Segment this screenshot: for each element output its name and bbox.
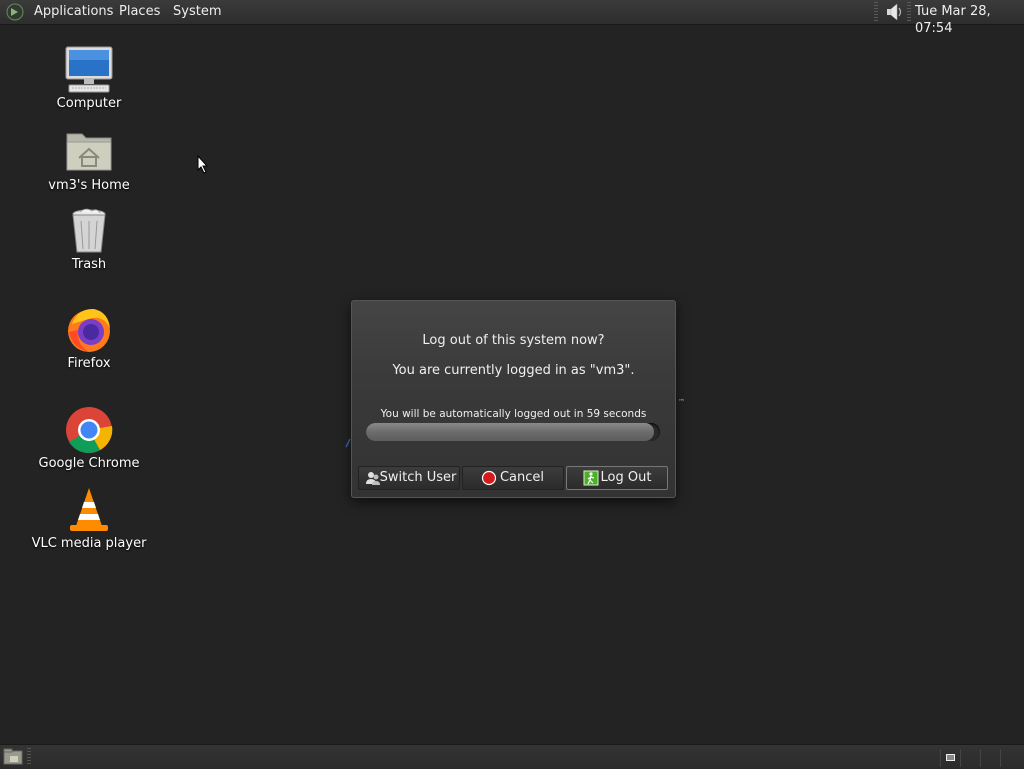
dialog-question: Log out of this system now? bbox=[422, 333, 605, 348]
bottom-panel bbox=[0, 744, 1024, 769]
menu-applications[interactable]: Applications bbox=[34, 3, 113, 20]
desktop-icon-label: Firefox bbox=[67, 356, 111, 371]
desktop-icon-chrome[interactable]: Google Chrome bbox=[29, 406, 149, 472]
log-out-button[interactable]: Log Out bbox=[566, 466, 668, 490]
desktop-icon-label: VLC media player bbox=[31, 536, 147, 551]
cancel-button[interactable]: Cancel bbox=[462, 466, 564, 490]
distributor-logo-icon[interactable] bbox=[6, 3, 24, 21]
workspace-1[interactable] bbox=[940, 749, 960, 767]
vlc-icon bbox=[70, 488, 108, 531]
workspace-2[interactable] bbox=[960, 749, 980, 767]
panel-separator bbox=[27, 748, 31, 766]
menu-system[interactable]: System bbox=[173, 3, 221, 20]
log-out-label: Log Out bbox=[600, 470, 652, 485]
background-trademark-mark: ™ bbox=[678, 398, 685, 406]
mouse-cursor-icon bbox=[197, 155, 209, 174]
dialog-user-message: You are currently logged in as "vm3". bbox=[392, 363, 635, 378]
logout-dialog: Log out of this system now? You are curr… bbox=[351, 300, 676, 498]
show-desktop-icon[interactable] bbox=[3, 748, 23, 766]
computer-icon bbox=[65, 46, 113, 93]
home-folder-icon bbox=[66, 133, 112, 171]
dialog-countdown-text: You will be automatically logged out in … bbox=[380, 408, 647, 420]
countdown-progress-bar bbox=[366, 423, 660, 441]
workspace-3[interactable] bbox=[980, 749, 1000, 767]
cancel-label: Cancel bbox=[499, 470, 545, 485]
desktop-icon-firefox[interactable]: Firefox bbox=[29, 306, 149, 372]
menu-places[interactable]: Places bbox=[119, 3, 160, 20]
workspace-switcher[interactable] bbox=[940, 749, 1024, 767]
firefox-icon bbox=[68, 308, 110, 352]
top-panel: Applications Places System Tue Mar 28, 0… bbox=[0, 0, 1024, 36]
desktop-icon-home[interactable]: vm3's Home bbox=[29, 128, 149, 194]
panel-separator bbox=[874, 2, 878, 22]
desktop-icon-trash[interactable]: Trash bbox=[29, 207, 149, 273]
desktop-icon-computer[interactable]: Computer bbox=[29, 46, 149, 112]
countdown-progress-fill bbox=[366, 423, 655, 441]
clock[interactable]: Tue Mar 28, 07:54 bbox=[915, 3, 1024, 37]
desktop-icon-label: Trash bbox=[71, 257, 107, 272]
volume-icon[interactable] bbox=[884, 2, 904, 22]
desktop-icon-label: Computer bbox=[56, 96, 122, 111]
panel-separator bbox=[907, 2, 911, 22]
switch-user-label: Switch User bbox=[379, 470, 457, 485]
desktop-icon-label: Google Chrome bbox=[38, 456, 140, 471]
desktop-icon-label: vm3's Home bbox=[48, 178, 130, 193]
chrome-icon bbox=[66, 407, 113, 454]
switch-user-button[interactable]: Switch User bbox=[358, 466, 460, 490]
trash-icon bbox=[72, 208, 106, 253]
workspace-4[interactable] bbox=[1000, 749, 1020, 767]
desktop-icon-vlc[interactable]: VLC media player bbox=[29, 486, 149, 552]
